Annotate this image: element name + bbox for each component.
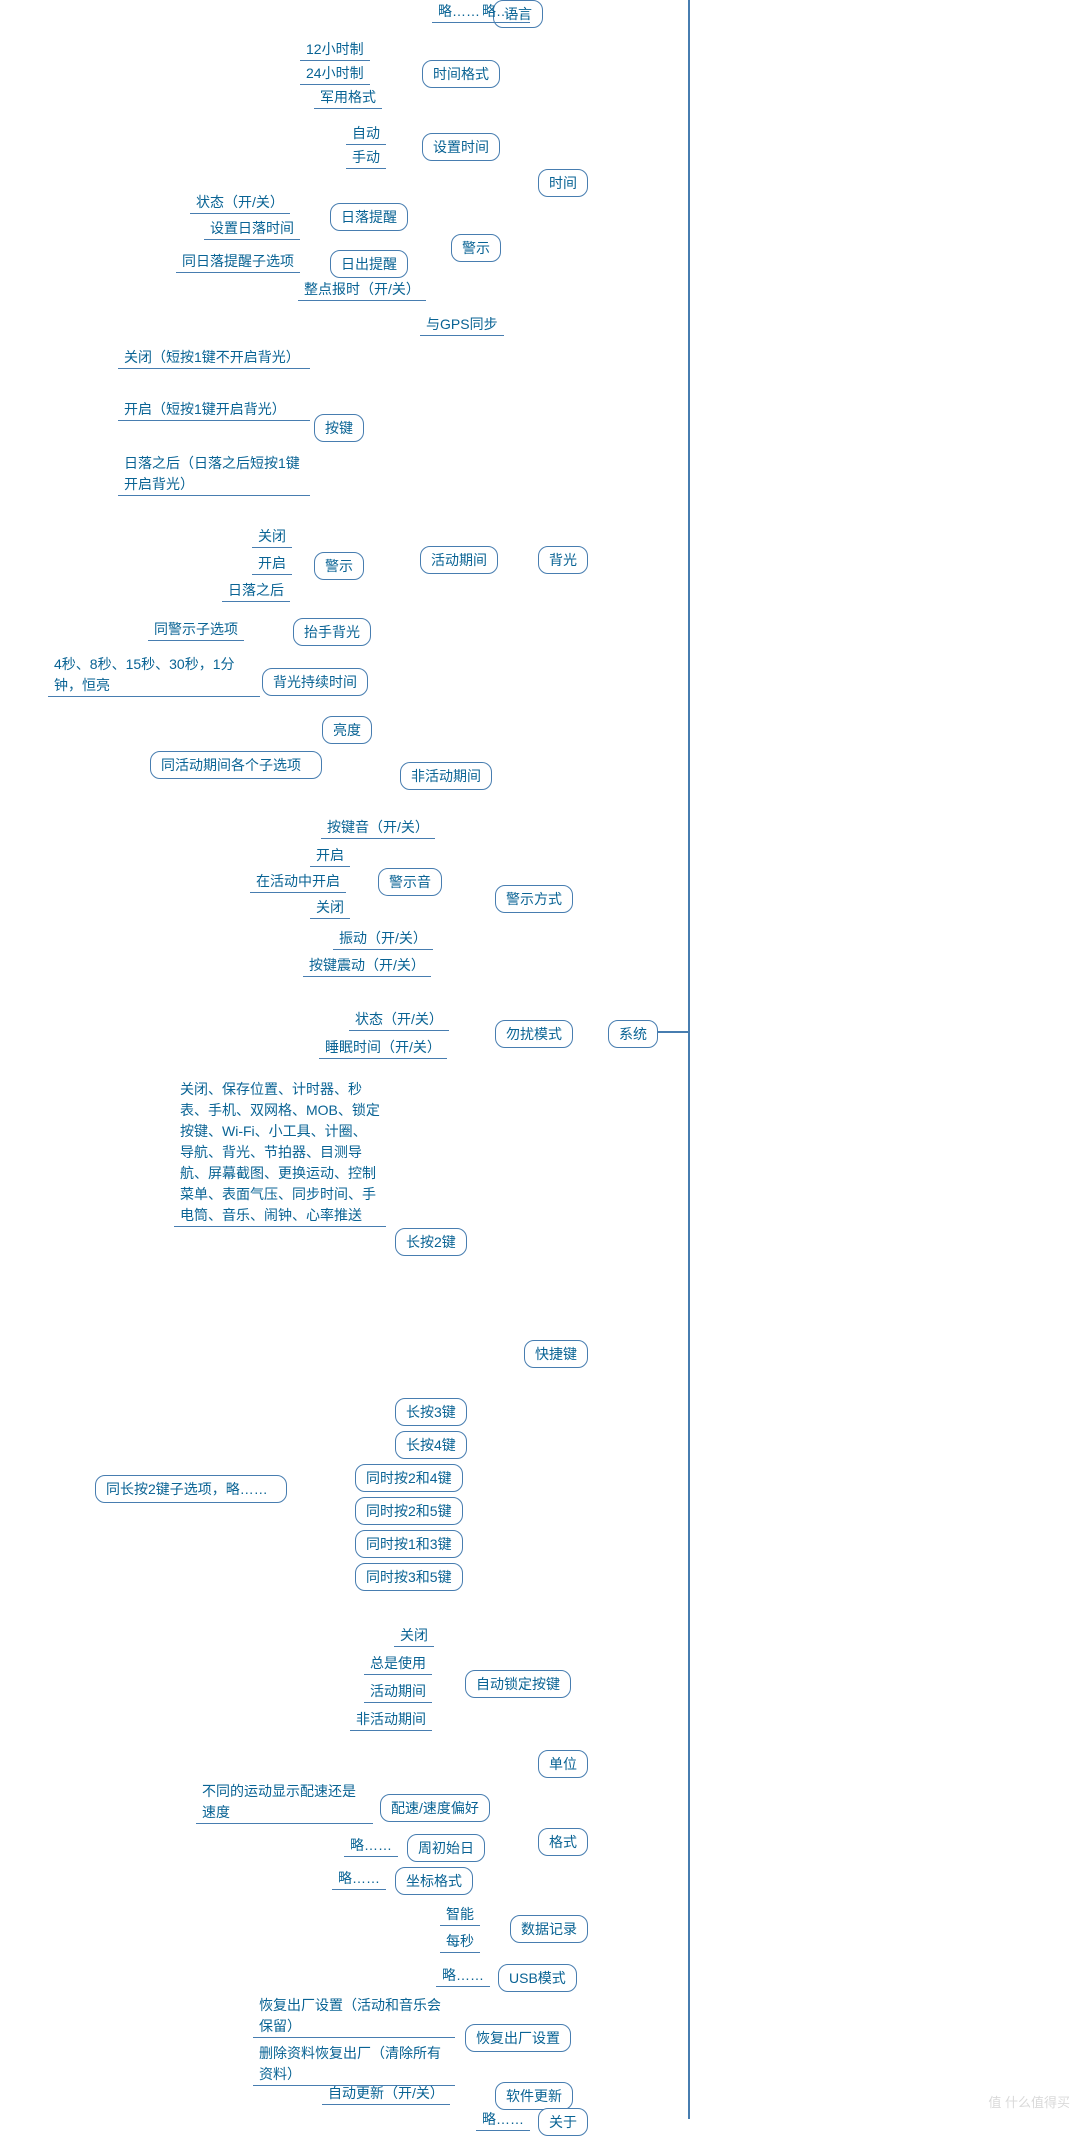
- spine-connector: [658, 1031, 688, 1033]
- time-fmt2: 24小时制: [300, 62, 370, 85]
- fmt-pace1: 不同的运动显示配速还是速度: [196, 1780, 373, 1824]
- sc-note: 同长按2键子选项，略……: [95, 1475, 287, 1503]
- l1-autolock: 自动锁定按键: [465, 1670, 571, 1698]
- l1-swupd: 软件更新: [495, 2082, 573, 2110]
- bl-inactive1: 同活动期间各个子选项: [150, 751, 322, 779]
- l1-alertmode: 警示方式: [495, 885, 573, 913]
- al-a4: 非活动期间: [350, 1708, 432, 1731]
- l1-units: 单位: [538, 1750, 588, 1778]
- sc-l2: 长按2键: [395, 1228, 467, 1256]
- time-set1: 自动: [346, 122, 386, 145]
- reset-r2: 删除资料恢复出厂（清除所有资料）: [253, 2042, 455, 2086]
- bl-bright: 亮度: [322, 716, 372, 744]
- bl-active: 活动期间: [420, 546, 498, 574]
- dnd-state: 状态（开/关）: [349, 1008, 449, 1031]
- fmt-pace: 配速/速度偏好: [380, 1794, 490, 1822]
- sc-l2list: 关闭、保存位置、计时器、秒表、手机、双网格、MOB、锁定按键、Wi-Fi、小工具…: [174, 1078, 386, 1227]
- l1-time: 时间: [538, 169, 588, 197]
- mindmap-canvas: 系统 语言 略…… 时间 背光 警示方式 勿扰模式 快捷键 自动锁定按键 单位 …: [0, 0, 1080, 2119]
- bl-inactive: 非活动期间: [400, 762, 492, 790]
- time-sunset2: 设置日落时间: [204, 217, 300, 240]
- bl-alert: 警示: [314, 552, 364, 580]
- bl-raise1: 同警示子选项: [148, 618, 244, 641]
- sc-c13: 同时按1和3键: [355, 1530, 463, 1558]
- l1-format: 格式: [538, 1828, 588, 1856]
- bl-dur: 背光持续时间: [262, 668, 368, 696]
- fmt-week: 周初始日: [407, 1834, 485, 1862]
- sc-c25: 同时按2和5键: [355, 1497, 463, 1525]
- sc-l3: 长按3键: [395, 1398, 467, 1426]
- sw-auto: 自动更新（开/关）: [322, 2082, 450, 2105]
- sc-c24: 同时按2和4键: [355, 1464, 463, 1492]
- leaf-about: 略……: [476, 2108, 530, 2131]
- bl-keys2: 开启（短按1键开启背光）: [118, 398, 310, 421]
- fmt-coord: 坐标格式: [395, 1867, 473, 1895]
- bl-keys1: 关闭（短按1键不开启背光）: [118, 346, 310, 369]
- bl-dur1: 4秒、8秒、15秒、30秒，1分钟，恒亮: [48, 653, 260, 697]
- leaf-usb: 略……: [436, 1964, 490, 1987]
- bl-keys3: 日落之后（日落之后短按1键开启背光）: [118, 452, 310, 496]
- time-gps: 与GPS同步: [420, 313, 504, 336]
- l1-about: 关于: [538, 2108, 588, 2136]
- leaf-units: 略……: [476, 0, 530, 23]
- am-alarm1: 开启: [310, 844, 350, 867]
- time-set2: 手动: [346, 146, 386, 169]
- am-keyvib: 按键震动（开/关）: [303, 954, 431, 977]
- fmt-week1: 略……: [344, 1834, 398, 1857]
- time-alarm: 警示: [451, 234, 501, 262]
- sc-l4: 长按4键: [395, 1431, 467, 1459]
- l1-datarec: 数据记录: [510, 1915, 588, 1943]
- l1-reset: 恢复出厂设置: [465, 2024, 571, 2052]
- dr-smart: 智能: [440, 1903, 480, 1926]
- time-sunrise: 日出提醒: [330, 250, 408, 278]
- bl-alert3: 日落之后: [222, 579, 290, 602]
- bl-raise: 抬手背光: [293, 618, 371, 646]
- am-keytone: 按键音（开/关）: [321, 816, 435, 839]
- am-alarm2: 在活动中开启: [250, 870, 346, 893]
- dnd-sleep: 睡眠时间（开/关）: [319, 1036, 447, 1059]
- time-sunset: 日落提醒: [330, 203, 408, 231]
- root-node: 系统: [608, 1020, 658, 1048]
- al-a2: 总是使用: [364, 1652, 432, 1675]
- l1-shortcut: 快捷键: [524, 1340, 588, 1368]
- time-hourly: 整点报时（开/关）: [298, 278, 426, 301]
- fmt-coord1: 略……: [332, 1867, 386, 1890]
- time-fmt1: 12小时制: [300, 38, 370, 61]
- bl-alert2: 开启: [252, 552, 292, 575]
- time-fmt: 时间格式: [422, 60, 500, 88]
- l1-usb: USB模式: [498, 1964, 577, 1992]
- bl-alert1: 关闭: [252, 525, 292, 548]
- sc-c35: 同时按3和5键: [355, 1563, 463, 1591]
- am-alarm: 警示音: [378, 868, 442, 896]
- l1-dnd: 勿扰模式: [495, 1020, 573, 1048]
- spine-line: [688, 0, 690, 2119]
- l1-backlight: 背光: [538, 546, 588, 574]
- bl-keys: 按键: [314, 414, 364, 442]
- dr-sec: 每秒: [440, 1930, 480, 1953]
- al-a3: 活动期间: [364, 1680, 432, 1703]
- am-alarm3: 关闭: [310, 896, 350, 919]
- time-sunset1: 状态（开/关）: [190, 191, 290, 214]
- am-vib: 振动（开/关）: [333, 927, 433, 950]
- reset-r1: 恢复出厂设置（活动和音乐会保留）: [253, 1994, 455, 2038]
- watermark: 值 什么值得买: [988, 2092, 1070, 2111]
- time-sunrise1: 同日落提醒子选项: [176, 250, 300, 273]
- time-fmt3: 军用格式: [314, 86, 382, 109]
- al-a1: 关闭: [394, 1624, 434, 1647]
- time-set: 设置时间: [422, 133, 500, 161]
